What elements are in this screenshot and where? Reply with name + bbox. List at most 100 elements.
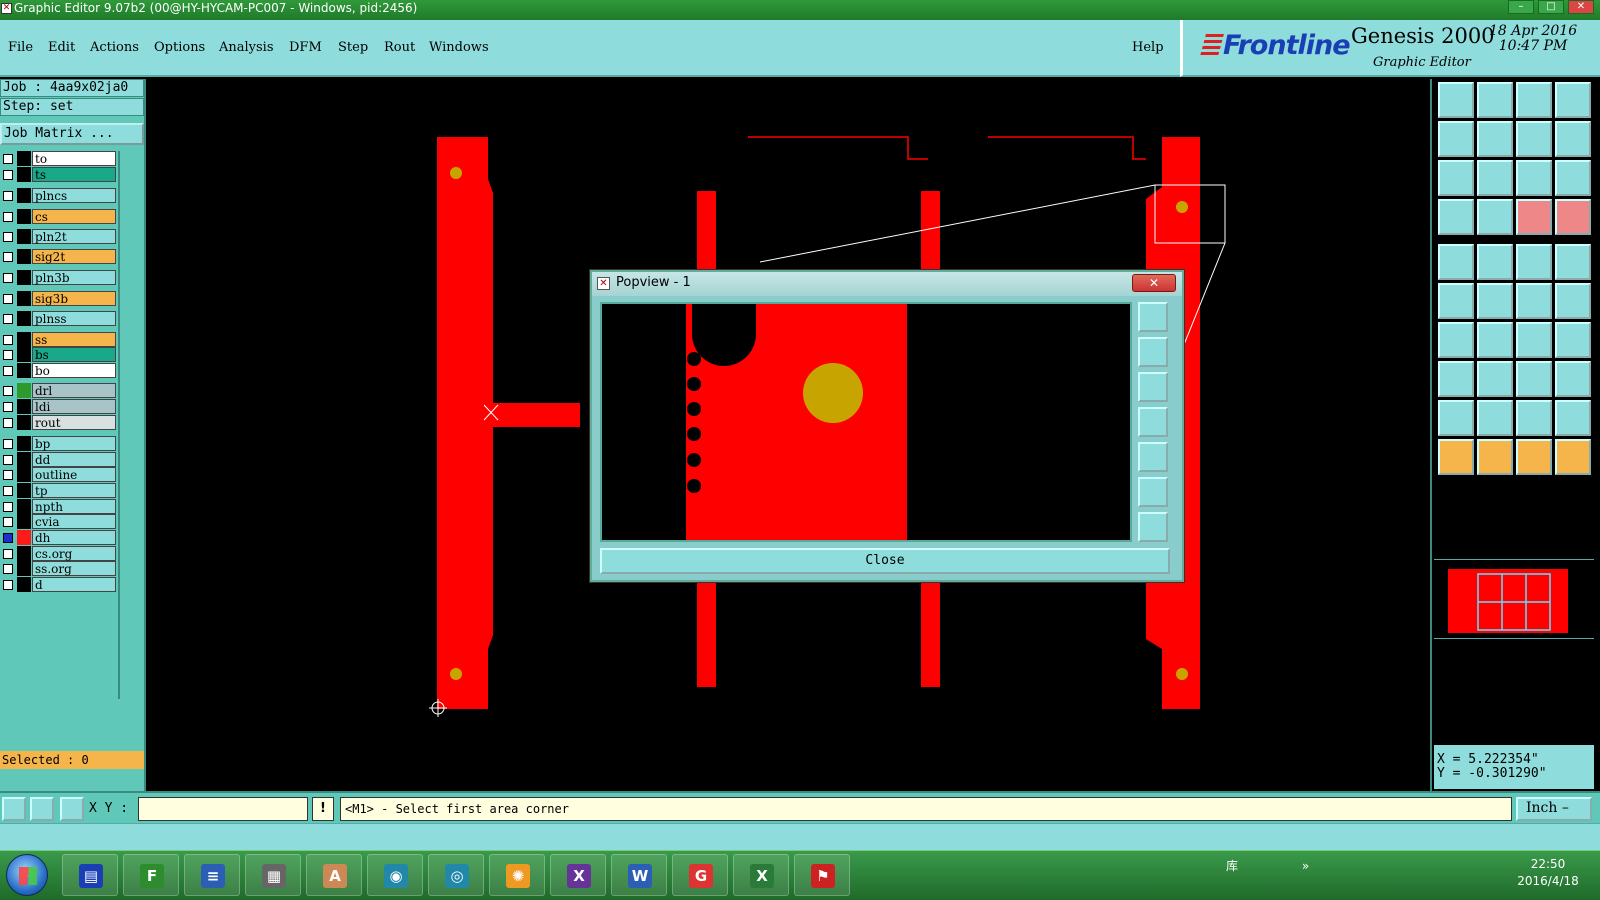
- layer-row[interactable]: ss: [0, 332, 118, 347]
- home-icon[interactable]: [1516, 82, 1552, 118]
- notepad-icon[interactable]: ≡: [184, 854, 240, 896]
- excel-icon[interactable]: X: [733, 854, 789, 896]
- menu-dfm[interactable]: DFM: [289, 40, 322, 55]
- layer-color-swatch[interactable]: [17, 415, 31, 430]
- trim-icon[interactable]: [1477, 361, 1513, 397]
- popview-pan-down-icon[interactable]: [1138, 372, 1168, 402]
- slash-icon[interactable]: [1477, 322, 1513, 358]
- popview-center-icon[interactable]: [1138, 512, 1168, 542]
- layer-row[interactable]: outline: [0, 467, 118, 482]
- layer-name[interactable]: ts: [32, 167, 116, 182]
- alert-button[interactable]: !: [312, 797, 334, 821]
- layer-name[interactable]: drl: [32, 383, 116, 398]
- net-red-icon[interactable]: [1516, 199, 1552, 235]
- layer-checkbox[interactable]: [3, 212, 13, 222]
- triangle-red-icon[interactable]: [1438, 400, 1474, 436]
- help-icon[interactable]: [1555, 160, 1591, 196]
- popview-canvas[interactable]: [600, 302, 1132, 542]
- layer-checkbox[interactable]: [3, 191, 13, 201]
- minimize-button[interactable]: –: [1508, 0, 1534, 14]
- menu-windows[interactable]: Windows: [429, 40, 489, 55]
- move-point-icon[interactable]: [1516, 283, 1552, 319]
- rotate-icon[interactable]: [1516, 121, 1552, 157]
- layer-row[interactable]: ldi: [0, 399, 118, 414]
- popview-pan-right-icon[interactable]: [1138, 442, 1168, 472]
- layer-checkbox[interactable]: [3, 232, 13, 242]
- layer-row[interactable]: drl: [0, 383, 118, 398]
- popview-titlebar[interactable]: ✕ Popview - 1: [592, 272, 1182, 296]
- layer-checkbox[interactable]: [3, 549, 13, 559]
- layer-color-swatch[interactable]: [17, 499, 31, 514]
- layer-name[interactable]: ss.org: [32, 561, 116, 576]
- layer-checkbox[interactable]: [3, 439, 13, 449]
- layer-color-swatch[interactable]: [17, 577, 31, 592]
- layer-name[interactable]: plnss: [32, 311, 116, 326]
- layer-checkbox[interactable]: [3, 470, 13, 480]
- pointer-icon[interactable]: [1438, 439, 1474, 475]
- layer-color-swatch[interactable]: [17, 270, 31, 285]
- arc-icon[interactable]: [1516, 322, 1552, 358]
- layer-color-swatch[interactable]: [17, 546, 31, 561]
- layer-row[interactable]: ts: [0, 167, 118, 182]
- surface-icon[interactable]: [1477, 244, 1513, 280]
- layer-row[interactable]: bo: [0, 363, 118, 378]
- layer-checkbox[interactable]: [3, 154, 13, 164]
- zoom-center-icon[interactable]: [1477, 160, 1513, 196]
- measure-tool-icon[interactable]: [30, 797, 54, 821]
- attribute-icon[interactable]: [1438, 199, 1474, 235]
- layer-checkbox[interactable]: [3, 335, 13, 345]
- cross-icon[interactable]: [1477, 283, 1513, 319]
- layer-checkbox[interactable]: [3, 170, 13, 180]
- connect-icon[interactable]: [1438, 283, 1474, 319]
- layer-name[interactable]: cs: [32, 209, 116, 224]
- popview-pan-left-icon[interactable]: [1138, 407, 1168, 437]
- layer-name[interactable]: d: [32, 577, 116, 592]
- layer-color-swatch[interactable]: [17, 229, 31, 244]
- layer-checkbox[interactable]: [3, 418, 13, 428]
- layer-checkbox[interactable]: [3, 564, 13, 574]
- layer-row[interactable]: pln3b: [0, 270, 118, 285]
- layer-color-swatch[interactable]: [17, 347, 31, 362]
- dimension-icon[interactable]: [1516, 361, 1552, 397]
- layer-color-swatch[interactable]: [17, 561, 31, 576]
- window-icon[interactable]: [1555, 82, 1591, 118]
- move-down-icon[interactable]: [1477, 82, 1513, 118]
- layer-checkbox[interactable]: [3, 486, 13, 496]
- move-left-icon[interactable]: [1438, 121, 1474, 157]
- layer-row[interactable]: dh: [0, 530, 118, 545]
- calculator-icon[interactable]: ▦: [245, 854, 301, 896]
- layer-color-swatch[interactable]: [17, 383, 31, 398]
- layer-row[interactable]: rout: [0, 415, 118, 430]
- menu-edit[interactable]: Edit: [48, 40, 75, 55]
- snake-icon[interactable]: [1555, 121, 1591, 157]
- layer-row[interactable]: plnss: [0, 311, 118, 326]
- layer-row[interactable]: sig3b: [0, 291, 118, 306]
- layer-checkbox[interactable]: [3, 533, 13, 543]
- layer-row[interactable]: tp: [0, 483, 118, 498]
- layer-color-swatch[interactable]: [17, 332, 31, 347]
- layer-name[interactable]: bs: [32, 347, 116, 362]
- paint-icon[interactable]: A: [306, 854, 362, 896]
- layer-color-swatch[interactable]: [17, 188, 31, 203]
- units-selector[interactable]: Inch –: [1516, 797, 1592, 821]
- menu-rout[interactable]: Rout: [384, 40, 415, 55]
- layer-name[interactable]: ss: [32, 332, 116, 347]
- layer-name[interactable]: to: [32, 151, 116, 166]
- layer-color-swatch[interactable]: [17, 363, 31, 378]
- layer-name[interactable]: outline: [32, 467, 116, 482]
- triangle-blue-icon[interactable]: [1477, 400, 1513, 436]
- layer-color-swatch[interactable]: [17, 249, 31, 264]
- pdf-icon[interactable]: ⚑: [794, 854, 850, 896]
- layer-checkbox[interactable]: [3, 273, 13, 283]
- popview-fit-icon[interactable]: [1138, 477, 1168, 507]
- save-icon[interactable]: ▤: [62, 854, 118, 896]
- layer-checkbox[interactable]: [3, 314, 13, 324]
- xy-input[interactable]: [138, 797, 308, 821]
- layer-name[interactable]: pln3b: [32, 270, 116, 285]
- layer-name[interactable]: bp: [32, 436, 116, 451]
- layer-name[interactable]: dh: [32, 530, 116, 545]
- layer-checkbox[interactable]: [3, 580, 13, 590]
- layer-name[interactable]: pln2t: [32, 229, 116, 244]
- scale-icon[interactable]: [1516, 160, 1552, 196]
- ruler-icon[interactable]: [1516, 244, 1552, 280]
